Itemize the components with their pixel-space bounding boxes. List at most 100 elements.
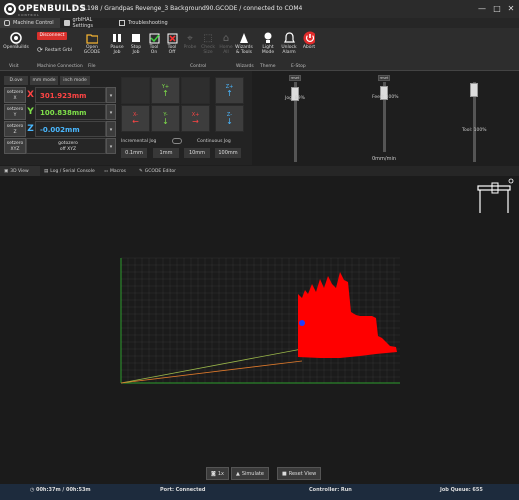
wizard-hat-icon: ▲ xyxy=(236,470,240,477)
dro-xyz-row: setzero XYZ gotozero off XYZ ▾ xyxy=(4,138,116,154)
group-label-wizards: Wizards xyxy=(236,64,254,69)
restart-grbl-button[interactable]: ⟳ Restart Grbl xyxy=(37,45,75,55)
tab-machine-control[interactable]: Machine Control xyxy=(0,18,60,28)
3d-scene[interactable] xyxy=(0,176,519,484)
dro-x-value: 301.923mm xyxy=(35,87,106,103)
mm-mode-button[interactable]: mm mode xyxy=(30,76,58,85)
open-gcode-button[interactable]: Open GCODE xyxy=(80,32,104,62)
clock-icon: ◷ xyxy=(30,487,35,493)
openbuilds-icon xyxy=(10,32,22,44)
troubleshooting-icon xyxy=(119,20,125,26)
tab-grblhal-settings[interactable]: grblHAL Settings xyxy=(60,17,115,29)
group-label-theme: Theme xyxy=(260,64,276,69)
incremental-jog-label[interactable]: Incremental Jog xyxy=(121,139,156,144)
controller-status: Controller: Run xyxy=(309,487,352,493)
jog-y-minus-button[interactable]: Y- ↓ xyxy=(151,105,180,132)
step-100mm-button[interactable]: 100mm xyxy=(215,148,241,158)
setzero-x-button[interactable]: setzero X xyxy=(4,87,26,103)
abort-button[interactable]: Abort xyxy=(297,31,321,62)
home-icon: ⌂ xyxy=(222,32,230,44)
simulate-button[interactable]: ▲ Simulate xyxy=(231,467,269,480)
gear-icon[interactable] xyxy=(508,178,514,184)
setzero-y-button[interactable]: setzero Y xyxy=(4,104,26,120)
jog-x-minus-button[interactable]: X- ← xyxy=(121,105,150,132)
jog-reset-button[interactable]: reset xyxy=(289,75,301,81)
group-label-file: File xyxy=(88,64,96,69)
folder-icon xyxy=(86,32,98,44)
arrow-right-icon: → xyxy=(192,116,199,126)
tab-3d-view[interactable]: ▣ 3D View xyxy=(0,166,40,176)
gotozero-button[interactable]: gotozero off XYZ xyxy=(26,138,106,154)
tab-serial-console[interactable]: ▤ Log / Serial Console xyxy=(40,166,100,176)
tool-override-label: Tool: 100% xyxy=(462,128,487,133)
arrow-up-icon: ↑ xyxy=(226,88,233,98)
dro-y-value: 100.838mm xyxy=(35,104,106,120)
group-label-visit: Visit xyxy=(9,64,19,69)
wrench-icon xyxy=(64,20,70,26)
axis-y-label: Y xyxy=(27,107,34,117)
jog-blank-tl xyxy=(121,77,150,104)
arrow-down-icon: ↓ xyxy=(162,116,169,126)
machine-outline-icon[interactable] xyxy=(477,178,514,213)
window-title: v1.0.198 / Grandpas Revenge_3 Background… xyxy=(72,5,303,12)
console-icon: ▤ xyxy=(44,168,49,174)
wizards-tools-button[interactable]: Wizards & Tools xyxy=(232,32,256,62)
step-1mm-button[interactable]: 1mm xyxy=(153,148,179,158)
step-10mm-button[interactable]: 10mm xyxy=(184,148,210,158)
y-menu-arrow[interactable]: ▾ xyxy=(106,104,116,120)
jog-mode-toggle[interactable] xyxy=(172,138,182,144)
tool-position-marker xyxy=(299,320,305,326)
restart-icon: ⟳ xyxy=(37,46,43,54)
tab-troubleshooting[interactable]: Troubleshooting xyxy=(115,18,177,28)
group-label-estop: E-Stop xyxy=(291,64,306,69)
tool-on-icon xyxy=(148,32,160,44)
feed-reset-button[interactable]: reset xyxy=(378,75,390,81)
jog-y-plus-button[interactable]: Y+ ↑ xyxy=(151,77,180,104)
tool-off-icon xyxy=(166,32,178,44)
tab-gcode-editor[interactable]: ✎ GCODE Editor xyxy=(135,166,183,176)
feed-override-label: Feed: 100% xyxy=(372,95,399,100)
setzero-xyz-button[interactable]: setzero XYZ xyxy=(4,138,26,154)
axis-x-label: X xyxy=(27,90,34,100)
jog-x-plus-button[interactable]: X+ → xyxy=(181,105,210,132)
dro-z-row: setzero Z Z -0.002mm ▾ xyxy=(4,121,116,137)
z-menu-arrow[interactable]: ▾ xyxy=(106,121,116,137)
jog-z-minus-button[interactable]: Z- ↓ xyxy=(215,105,244,132)
tab-macros[interactable]: ⚏ Macros xyxy=(100,166,135,176)
reset-view-button[interactable]: ■ Reset View xyxy=(277,467,322,480)
arrow-down-icon: ↓ xyxy=(226,116,233,126)
tool-slider-knob[interactable] xyxy=(470,83,478,97)
close-window-button[interactable]: ✕ xyxy=(505,3,517,15)
step-0-1mm-button[interactable]: 0.1mm xyxy=(121,148,147,158)
pause-icon xyxy=(111,32,123,44)
setzero-z-button[interactable]: setzero Z xyxy=(4,121,26,137)
logo-subtext: CONTROL xyxy=(18,13,40,17)
group-label-control: Control xyxy=(190,64,207,69)
mode-dove-button[interactable]: D.ove xyxy=(4,76,28,85)
camera-speed-button[interactable]: ◙ 1x xyxy=(206,467,229,480)
macro-icon: ⚏ xyxy=(104,168,109,174)
stop-icon xyxy=(130,32,142,44)
inch-mode-button[interactable]: inch mode xyxy=(60,76,90,85)
wizard-icon xyxy=(238,32,250,44)
openbuilds-visit-button[interactable]: OpenBuilds xyxy=(3,32,29,62)
dro-z-value: -0.002mm xyxy=(35,121,106,137)
jog-z-plus-button[interactable]: Z+ ↑ xyxy=(215,77,244,104)
port-status: Port: Connected xyxy=(160,487,206,493)
axis-z-label: Z xyxy=(27,124,34,134)
check-size-icon: ⬚ xyxy=(203,32,213,44)
x-menu-arrow[interactable]: ▾ xyxy=(106,87,116,103)
continuous-jog-label[interactable]: Continuous Jog xyxy=(197,139,231,144)
cube-icon: ▣ xyxy=(4,168,9,174)
feed-rate-readout: 0mm/min xyxy=(372,156,397,162)
bell-icon xyxy=(283,32,295,44)
minimize-button[interactable]: — xyxy=(476,3,488,15)
job-queue-status: Job Queue: 655 xyxy=(440,487,483,493)
disconnect-button[interactable]: Disconnect xyxy=(37,32,67,40)
maximize-button[interactable]: □ xyxy=(491,3,503,15)
xyz-menu-arrow[interactable]: ▾ xyxy=(106,138,116,154)
toolpath-shape xyxy=(298,272,397,358)
jog-override-label: Jog: 89% xyxy=(285,96,305,101)
dro-x-row: setzero X X 301.923mm ▾ xyxy=(4,87,116,103)
gamepad-icon xyxy=(4,20,10,26)
